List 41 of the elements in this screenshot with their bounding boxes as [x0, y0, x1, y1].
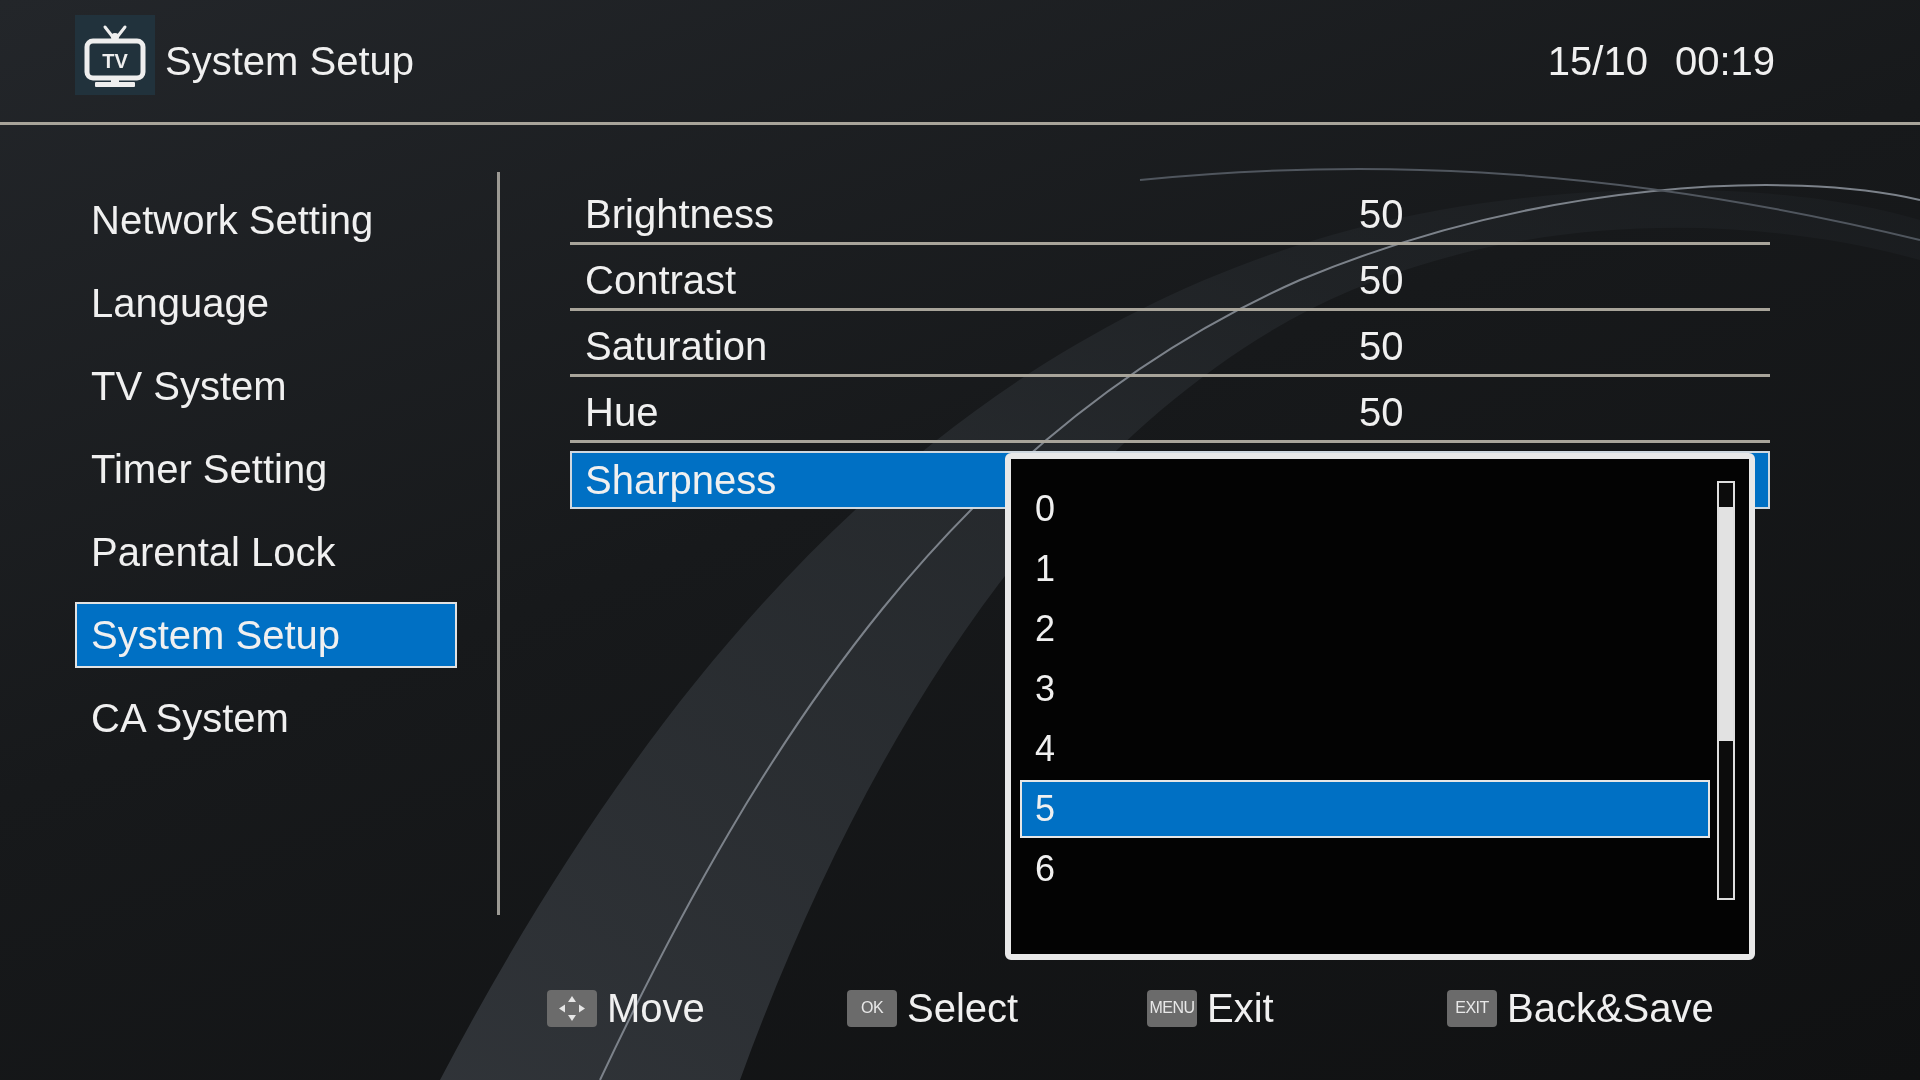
dropdown-option[interactable]: 5: [1020, 780, 1710, 838]
dropdown-option[interactable]: 6: [1020, 840, 1710, 898]
setting-value: 50: [1359, 193, 1404, 234]
dropdown-option[interactable]: 1: [1020, 540, 1710, 598]
four-arrows-icon: [547, 989, 597, 1027]
sidebar-item[interactable]: Timer Setting: [75, 436, 457, 502]
sidebar-item[interactable]: Parental Lock: [75, 519, 457, 585]
sidebar-item[interactable]: CA System: [75, 685, 457, 751]
setting-row[interactable]: Saturation 50: [570, 311, 1770, 377]
setting-value: 50: [1359, 259, 1404, 300]
remote-key: OK: [847, 989, 897, 1027]
setting-label: Hue: [585, 391, 659, 432]
time-text: 00:19: [1674, 41, 1775, 81]
setting-label: Sharpness: [585, 460, 777, 500]
scrollbar[interactable]: [1717, 481, 1735, 900]
dropdown-option[interactable]: 0: [1020, 480, 1710, 538]
sidebar-item[interactable]: System Setup: [75, 602, 457, 668]
setting-value: 50: [1359, 325, 1404, 366]
sidebar-item[interactable]: Language: [75, 270, 457, 336]
hint-label: Move: [607, 988, 705, 1028]
sidebar-item[interactable]: Network Setting: [75, 187, 457, 253]
remote-key: EXIT: [1447, 989, 1497, 1027]
hint-label: Select: [907, 988, 1019, 1028]
setting-row[interactable]: Brightness 50: [570, 179, 1770, 245]
scrollbar-thumb[interactable]: [1719, 507, 1733, 741]
setting-row[interactable]: Hue 50: [570, 377, 1770, 443]
setting-label: Saturation: [585, 325, 768, 366]
setting-row[interactable]: Contrast 50: [570, 245, 1770, 311]
setting-label: Contrast: [585, 259, 737, 300]
setting-value: 50: [1359, 391, 1404, 432]
date-text: 15/10: [1547, 41, 1648, 81]
setting-label: Brightness: [585, 193, 774, 234]
screen-title: System Setup: [165, 41, 414, 81]
hint-label: Back&Save: [1507, 988, 1714, 1028]
tv-icon: TV: [75, 15, 155, 95]
sidebar-item[interactable]: TV System: [75, 353, 457, 419]
hint-label: Exit: [1207, 988, 1274, 1028]
remote-key: MENU: [1147, 989, 1197, 1027]
dropdown-option[interactable]: 3: [1020, 660, 1710, 718]
dropdown-option[interactable]: 2: [1020, 600, 1710, 658]
dropdown-option[interactable]: 4: [1020, 720, 1710, 778]
